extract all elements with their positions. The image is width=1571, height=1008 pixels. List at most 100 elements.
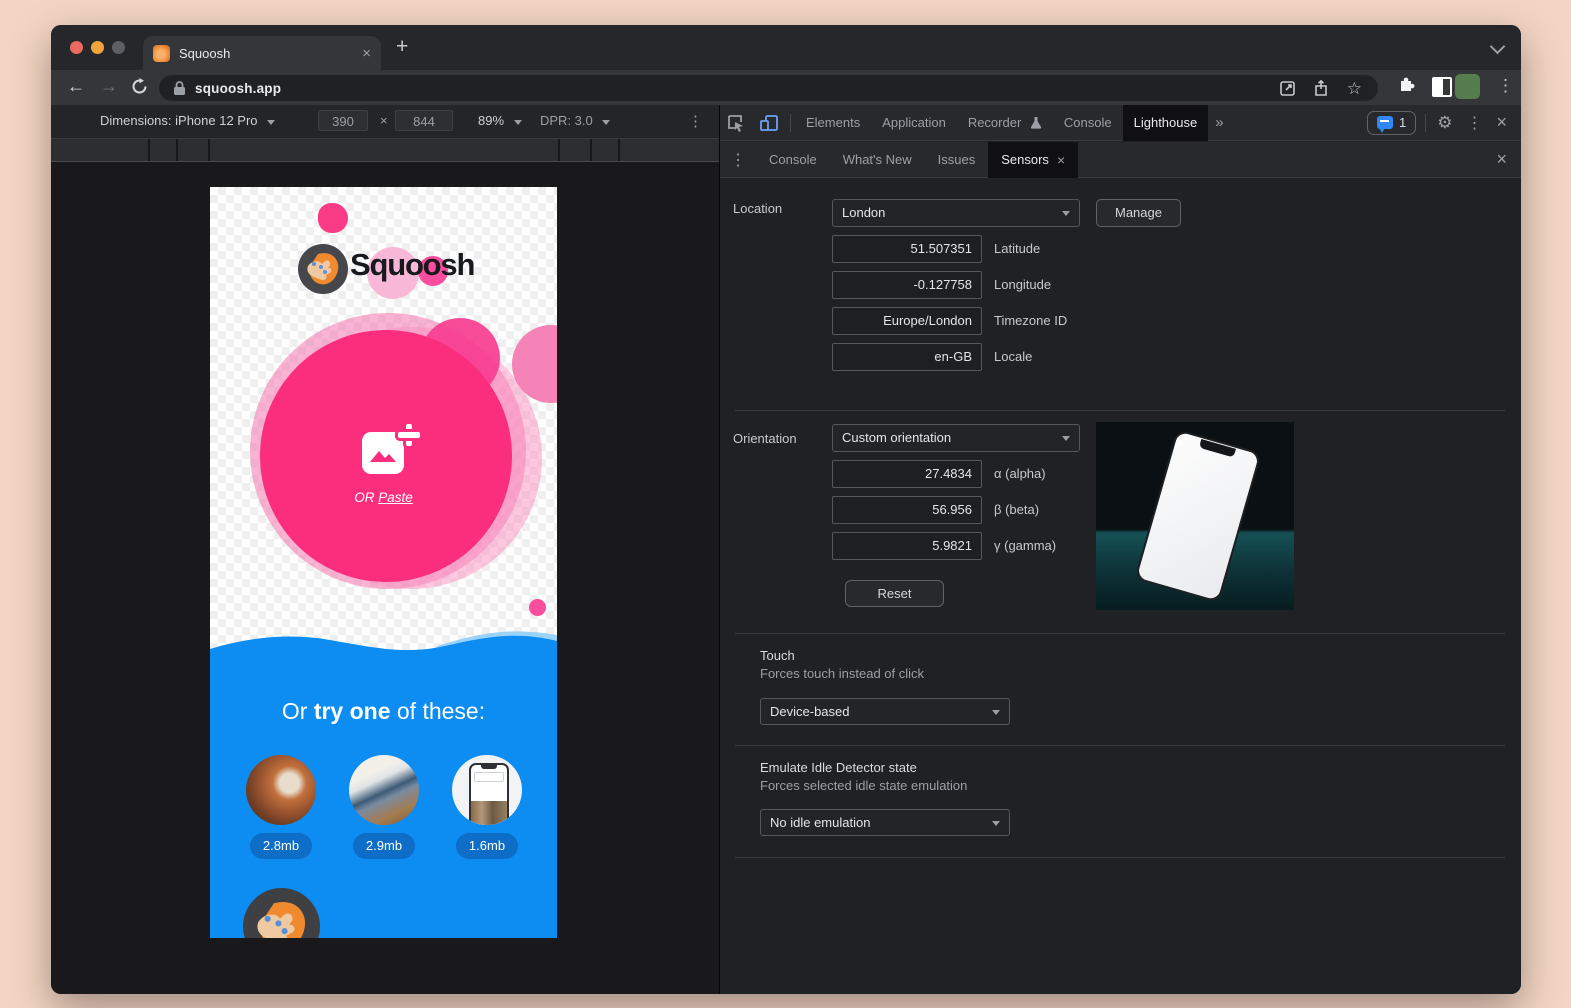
device-toolbar: Dimensions: iPhone 12 Pro 390 × 844 89% … (51, 105, 719, 139)
device-toolbar-toggle-icon[interactable] (752, 114, 786, 132)
reset-button[interactable]: Reset (845, 580, 944, 607)
traffic-zoom-button[interactable] (112, 41, 125, 54)
tab-lighthouse[interactable]: Lighthouse (1123, 105, 1209, 141)
device-dimensions-label: Dimensions: iPhone 12 Pro (100, 113, 258, 128)
devtools-kebab-icon[interactable]: ⋮ (1459, 113, 1489, 133)
beta-label: β (beta) (994, 496, 1039, 524)
devtools-close-icon[interactable]: × (1489, 112, 1521, 133)
sensors-tab-close-icon[interactable]: × (1057, 142, 1065, 178)
orientation-preset-select[interactable]: Custom orientation (832, 424, 1080, 452)
decorative-small-dot (529, 599, 546, 616)
decorative-pink-dot (318, 203, 348, 233)
devtools-tabbar: Elements Application Recorder Console Li… (720, 105, 1521, 141)
location-preset-select[interactable]: London (832, 199, 1080, 227)
tab-group-icon[interactable] (1432, 77, 1452, 97)
gamma-label: γ (gamma) (994, 532, 1056, 560)
chevron-down-icon (267, 120, 275, 125)
zoom-value: 89% (478, 113, 504, 128)
alpha-input[interactable]: 27.4834 (832, 460, 982, 488)
tab-application[interactable]: Application (871, 105, 957, 141)
tab-elements[interactable]: Elements (795, 105, 871, 141)
chevron-down-icon (1062, 211, 1070, 216)
tab-close-icon[interactable]: × (362, 45, 371, 62)
drawer-tab-issues[interactable]: Issues (925, 142, 989, 178)
touch-select[interactable]: Device-based (760, 698, 1010, 725)
dpr-value: DPR: 3.0 (540, 113, 593, 128)
latitude-input[interactable]: 51.507351 (832, 235, 982, 263)
browser-menu-kebab-icon[interactable]: ⋮ (1497, 76, 1514, 96)
drawer-close-icon[interactable]: × (1496, 149, 1521, 170)
extensions-puzzle-icon[interactable] (1398, 74, 1417, 93)
viewport-width-input[interactable]: 390 (318, 110, 368, 131)
timezone-label: Timezone ID (994, 307, 1067, 335)
idle-select[interactable]: No idle emulation (760, 809, 1010, 836)
share-icon[interactable] (1314, 80, 1328, 96)
try-one-heading: Or try one of these: (210, 698, 557, 725)
manage-button[interactable]: Manage (1096, 199, 1181, 227)
dpr-select[interactable]: DPR: 3.0 (540, 113, 610, 128)
squoosh-logo (298, 244, 348, 294)
device-emulation-pane: Dimensions: iPhone 12 Pro 390 × 844 89% … (51, 105, 719, 994)
sample-size-badge: 1.6mb (456, 833, 518, 859)
settings-gear-icon[interactable]: ⚙ (1430, 113, 1459, 133)
new-tab-button[interactable]: + (396, 35, 408, 59)
longitude-label: Longitude (994, 271, 1051, 299)
open-in-new-icon[interactable] (1280, 81, 1295, 96)
device-toolbar-kebab-icon[interactable]: ⋮ (688, 112, 703, 130)
orientation-section-label: Orientation (733, 431, 797, 446)
orientation-phone-preview[interactable] (1096, 422, 1294, 610)
zoom-select[interactable]: 89% (478, 113, 522, 128)
sample-image-red-panda[interactable] (246, 755, 316, 825)
sample-size-badge: 2.8mb (250, 833, 312, 859)
sample-size-badge: 2.9mb (353, 833, 415, 859)
drawer-tab-sensors[interactable]: Sensors × (988, 142, 1078, 178)
media-query-bar[interactable] (51, 139, 719, 162)
tab-recorder[interactable]: Recorder (957, 105, 1053, 141)
locale-input[interactable]: en-GB (832, 343, 982, 371)
chevron-down-icon (602, 120, 610, 125)
tab-title: Squoosh (179, 46, 362, 61)
chevron-down-icon (992, 821, 1000, 826)
back-button[interactable]: ← (67, 70, 85, 105)
inspect-element-icon[interactable] (720, 114, 752, 132)
experiment-flask-icon (1030, 116, 1042, 129)
chat-bubble-icon (1377, 116, 1393, 129)
drawer-tab-console[interactable]: Console (756, 142, 830, 178)
device-dimensions-select[interactable]: Dimensions: iPhone 12 Pro (100, 113, 275, 128)
browser-tab[interactable]: Squoosh × (143, 36, 381, 70)
chevron-down-icon (1062, 436, 1070, 441)
tab-strip: Squoosh × + (51, 25, 1521, 70)
traffic-close-button[interactable] (70, 41, 83, 54)
page-viewport: Squoosh OR Paste (210, 187, 557, 938)
tab-console[interactable]: Console (1053, 105, 1123, 141)
chevron-down-icon (992, 710, 1000, 715)
touch-title: Touch (760, 648, 795, 663)
screenshot-root: Squoosh × + ← → squoosh.app (0, 0, 1571, 1008)
phone-3d-model (1134, 429, 1262, 603)
profile-avatar[interactable] (1455, 74, 1480, 99)
forward-button[interactable]: → (100, 70, 118, 105)
issues-notification-badge[interactable]: 1 (1367, 111, 1416, 135)
bookmark-star-icon[interactable]: ☆ (1347, 81, 1362, 96)
drawer-tab-whats-new[interactable]: What's New (830, 142, 925, 178)
lock-icon (174, 81, 185, 95)
more-tabs-icon[interactable]: » (1208, 114, 1230, 131)
hand-squeezing-orange-icon (298, 244, 348, 294)
tab-search-chevron-icon[interactable] (1490, 39, 1506, 55)
latitude-label: Latitude (994, 235, 1040, 263)
add-image-icon[interactable] (362, 432, 404, 474)
sample-image-illustration[interactable] (349, 755, 419, 825)
longitude-input[interactable]: -0.127758 (832, 271, 982, 299)
paste-link[interactable]: Paste (378, 490, 413, 505)
sample-image-phone-screenshot[interactable] (452, 755, 522, 825)
chevron-down-icon (514, 120, 522, 125)
dimensions-times-label: × (380, 113, 388, 128)
beta-input[interactable]: 56.956 (832, 496, 982, 524)
timezone-input[interactable]: Europe/London (832, 307, 982, 335)
squoosh-favicon-icon (153, 45, 170, 62)
gamma-input[interactable]: 5.9821 (832, 532, 982, 560)
url-bar[interactable]: squoosh.app ☆ (159, 75, 1378, 101)
viewport-height-input[interactable]: 844 (395, 110, 453, 131)
drawer-kebab-icon[interactable]: ⋮ (720, 150, 756, 170)
traffic-minimize-button[interactable] (91, 41, 104, 54)
